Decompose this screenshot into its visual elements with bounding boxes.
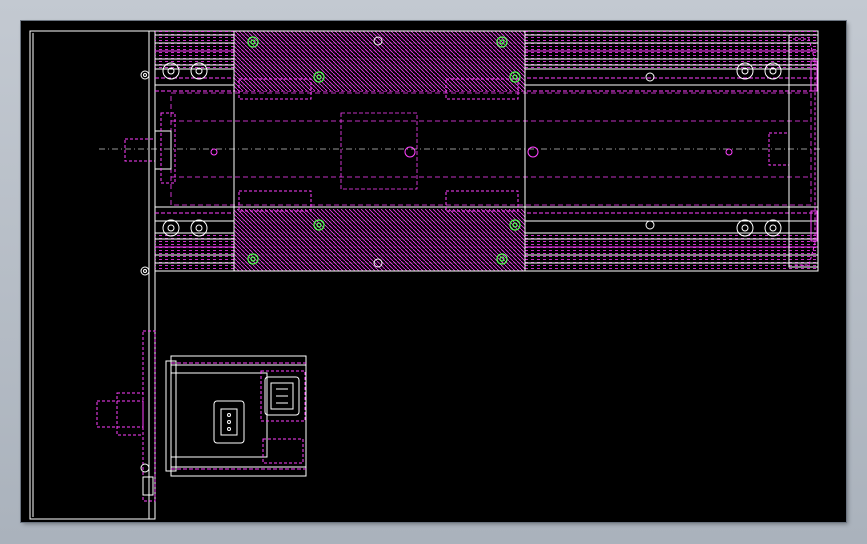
encoder-connector: [260, 370, 306, 464]
side-plate: [29, 30, 156, 520]
motor-connector: [213, 400, 245, 444]
slide-carriage: [233, 30, 526, 272]
end-cap: [788, 34, 819, 268]
linear-module-drawing: [29, 30, 821, 520]
servo-motor: [140, 330, 307, 502]
cad-viewport[interactable]: [21, 21, 846, 522]
coupling-shaft: [96, 392, 144, 436]
